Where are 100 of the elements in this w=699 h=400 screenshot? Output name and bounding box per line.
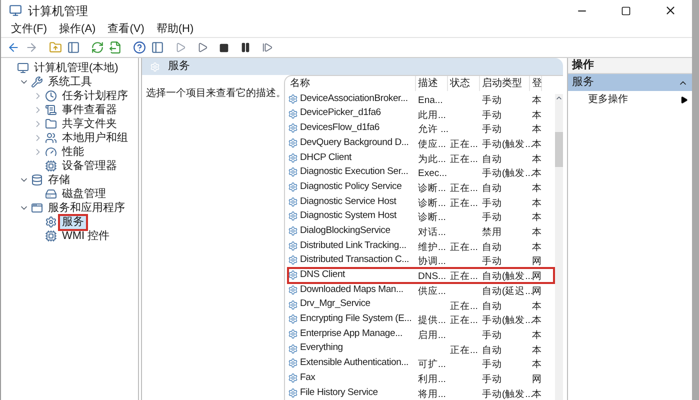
column-header[interactable]: 启动类型 xyxy=(480,76,530,92)
table-row[interactable]: DHCP Client 为此... 正在... 自动 本 xyxy=(288,150,554,165)
table-cell: 正在... xyxy=(450,242,478,253)
table-cell: 本 xyxy=(532,168,542,180)
play-icon[interactable] xyxy=(175,42,186,53)
stop-icon[interactable] xyxy=(219,42,229,52)
folder-up-icon[interactable] xyxy=(49,41,62,54)
back-icon[interactable] xyxy=(7,41,20,54)
table-cell: 手动(触发... xyxy=(482,315,534,326)
section-title: 服务 xyxy=(168,59,190,74)
play-icon[interactable] xyxy=(197,42,208,53)
table-cell-text: DevQuery Background D... xyxy=(300,136,409,150)
table-cell: 自动(触发... xyxy=(482,271,534,282)
tree-item[interactable]: 系统工具 xyxy=(46,76,94,88)
table-cell: 正在... xyxy=(450,344,478,356)
tree-item[interactable]: 事件查看器 xyxy=(60,104,119,116)
table-row[interactable]: Downloaded Maps Man... 供应... 自动(延迟...网 xyxy=(288,282,554,298)
table-row[interactable]: Fax 利用... 手动 网 xyxy=(288,370,554,386)
refresh-icon[interactable] xyxy=(91,41,104,54)
table-cell: 本 xyxy=(532,138,542,150)
scrollbar-thumb[interactable] xyxy=(555,132,563,167)
menu-item[interactable]: 查看(V) xyxy=(108,20,144,38)
tree-item[interactable]: WMI 控件 xyxy=(60,230,112,242)
table-row[interactable]: DNS Client DNS... 正在... 自动(触发...网 xyxy=(288,268,554,282)
column-header[interactable]: 名称 xyxy=(288,76,416,92)
table-row[interactable]: DevQuery Background D... 使应... 正在... 手动(触发...本 xyxy=(288,136,554,150)
pause-icon[interactable] xyxy=(240,42,251,53)
scroll-up-icon[interactable] xyxy=(555,94,563,102)
service-icon xyxy=(288,328,298,339)
table-cell: 维护... xyxy=(418,242,446,253)
service-icon xyxy=(288,167,298,178)
tree-item[interactable]: 共享文件夹 xyxy=(60,118,119,130)
scrollbar[interactable] xyxy=(555,94,563,400)
table-cell: 本 xyxy=(532,212,542,224)
chip-icon xyxy=(45,160,57,172)
users-icon xyxy=(45,132,57,144)
table-cell: 本 xyxy=(532,198,542,209)
table-row[interactable]: Everything 正在... 自动 本 xyxy=(288,341,554,356)
table-cell: 诊断... xyxy=(418,183,446,194)
tree-item[interactable]: 设备管理器 xyxy=(60,160,119,172)
help-icon[interactable] xyxy=(133,41,146,54)
tree-item[interactable]: 本地用户和组 xyxy=(60,132,130,144)
menu-item[interactable]: 操作(A) xyxy=(59,20,96,38)
section-label: 服务 xyxy=(572,75,594,90)
table-cell-text: DevicePicker_d1fa6 xyxy=(300,106,381,120)
table-row[interactable]: DialogBlockingService 对话... 禁用 本 xyxy=(288,224,554,238)
gauge-icon xyxy=(45,146,57,158)
table-row[interactable]: Extensible Authentication... 可扩... 手动 本 xyxy=(288,356,554,371)
actions-title: 操作 xyxy=(572,58,594,74)
table-row[interactable]: Diagnostic Service Host 诊断... 正在... 手动 本 xyxy=(288,194,554,210)
table-cell: 本 xyxy=(532,388,542,400)
tree-item[interactable]: 任务计划程序 xyxy=(60,90,130,102)
table-cell: 自动 xyxy=(482,242,502,253)
table-cell: Distributed Link Tracking... xyxy=(300,238,406,253)
tree-item[interactable]: 存储 xyxy=(46,174,72,186)
table-row[interactable]: DevicesFlow_d1fa6 允许 ... 手动 本 xyxy=(288,120,554,136)
table-row[interactable]: File History Service 将用... 手动(触发...本 xyxy=(288,385,554,400)
table-cell: 使应... xyxy=(418,138,446,150)
table-row[interactable]: Distributed Transaction C... 协调... 手动 网 xyxy=(288,253,554,268)
action-link[interactable]: 更多操作 xyxy=(588,92,628,107)
menu-item[interactable]: 文件(F) xyxy=(11,20,48,38)
export-icon[interactable] xyxy=(109,41,122,54)
menu-item[interactable]: 帮助(H) xyxy=(156,20,194,38)
table-cell: 正在... xyxy=(450,300,478,312)
table-row[interactable]: Distributed Link Tracking... 维护... 正在... 自动 本 xyxy=(288,238,554,254)
panel-icon[interactable] xyxy=(67,41,80,54)
resume-icon[interactable] xyxy=(262,42,273,53)
table-cell: 本 xyxy=(532,315,542,326)
table-cell-text: Diagnostic Policy Service xyxy=(300,180,402,194)
table-cell: Ena... xyxy=(418,94,443,106)
table-cell: DevicesFlow_d1fa6 xyxy=(300,121,380,136)
table-row[interactable]: Diagnostic Policy Service 诊断... 正在... 自动 本 xyxy=(288,180,554,194)
tree-item[interactable]: 服务和应用程序 xyxy=(46,202,127,214)
table-cell: 网 xyxy=(532,286,542,297)
panel-icon[interactable] xyxy=(151,41,164,54)
column-header[interactable]: 描述 xyxy=(416,76,448,92)
table-row[interactable]: Encrypting File System (E... 提供... 正在... 手动(触发...本 xyxy=(288,312,554,327)
column-header[interactable]: 登 xyxy=(530,76,542,92)
table-row[interactable]: Diagnostic Execution Ser... Exec... 手动(触发...本 xyxy=(288,165,554,180)
actions-section[interactable]: 服务 xyxy=(568,74,692,91)
table-row[interactable]: DeviceAssociationBroker... Ena... 手动 本 xyxy=(288,92,554,106)
table-row[interactable]: DevicePicker_d1fa6 此用... 手动 本 xyxy=(288,106,554,121)
tree-item[interactable]: 磁盘管理 xyxy=(60,188,108,200)
column-header[interactable]: 状态 xyxy=(448,76,480,92)
tree-item[interactable]: 服务 xyxy=(60,216,86,228)
tree-item[interactable]: 计算机管理(本地) xyxy=(32,62,120,74)
table-cell: 诊断... xyxy=(418,198,446,209)
table-cell: 手动 xyxy=(482,110,502,121)
gear-icon xyxy=(45,216,57,228)
table-row[interactable]: Enterprise App Manage... 启用... 手动 本 xyxy=(288,326,554,342)
table-row[interactable]: Drv_Mgr_Service 正在... 自动 本 xyxy=(288,297,554,312)
gear-icon xyxy=(150,62,160,72)
table-cell: 自动 xyxy=(482,344,502,356)
service-icon xyxy=(288,284,298,295)
table-cell: 正在... xyxy=(450,271,478,282)
tree-item[interactable]: 性能 xyxy=(60,146,86,158)
forward-icon[interactable] xyxy=(25,41,38,54)
table-row[interactable]: Diagnostic System Host 诊断... 手动 本 xyxy=(288,209,554,224)
service-icon xyxy=(288,211,298,222)
table-cell: Exec... xyxy=(418,168,448,180)
